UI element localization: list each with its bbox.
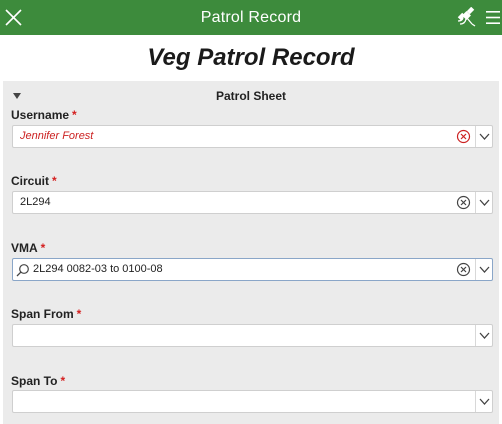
app-bar-title: Patrol Record bbox=[200, 8, 302, 26]
span-from-field[interactable] bbox=[12, 324, 493, 347]
required-marker: * bbox=[52, 174, 57, 188]
chevron-down-icon[interactable] bbox=[478, 197, 491, 208]
vma-label-text: VMA bbox=[11, 241, 38, 255]
circuit-label: Circuit * bbox=[11, 174, 57, 188]
form-title: Veg Patrol Record bbox=[147, 43, 355, 71]
clear-error-icon[interactable] bbox=[456, 129, 471, 144]
section-header-patrol-sheet[interactable]: Patrol Sheet bbox=[3, 87, 499, 105]
field-divider bbox=[475, 325, 476, 346]
circuit-label-text: Circuit bbox=[11, 174, 50, 188]
span-from-label-text: Span From bbox=[11, 307, 74, 321]
circuit-field[interactable]: 2L294 bbox=[12, 191, 493, 214]
span-to-label-text: Span To bbox=[11, 374, 58, 388]
hamburger-menu-icon[interactable] bbox=[486, 10, 500, 25]
chevron-down-icon[interactable] bbox=[478, 264, 491, 275]
vma-value: 2L294 0082-03 to 0100-08 bbox=[33, 263, 163, 275]
app-bar: Patrol Record bbox=[0, 0, 502, 35]
vma-field[interactable]: 2L294 0082-03 to 0100-08 bbox=[12, 258, 493, 281]
field-divider bbox=[475, 192, 476, 213]
patrol-sheet-panel: Patrol Sheet Username * Jennifer Forest C… bbox=[3, 81, 499, 424]
field-divider bbox=[475, 126, 476, 147]
required-marker: * bbox=[40, 241, 46, 255]
username-field[interactable]: Jennifer Forest bbox=[12, 125, 493, 148]
field-divider bbox=[475, 391, 476, 412]
section-title: Patrol Sheet bbox=[215, 89, 287, 103]
satellite-icon[interactable] bbox=[457, 7, 477, 27]
clear-icon[interactable] bbox=[456, 262, 471, 277]
required-marker: * bbox=[72, 108, 77, 122]
clear-icon[interactable] bbox=[456, 195, 471, 210]
circuit-value: 2L294 bbox=[20, 196, 51, 208]
chevron-down-icon[interactable] bbox=[478, 131, 491, 142]
required-marker: * bbox=[60, 374, 66, 388]
chevron-down-icon[interactable] bbox=[478, 396, 491, 407]
span-from-label: Span From * bbox=[11, 307, 81, 321]
span-to-label: Span To * bbox=[11, 374, 65, 388]
chevron-down-icon[interactable] bbox=[478, 330, 491, 341]
close-icon[interactable] bbox=[5, 9, 22, 26]
username-label: Username * bbox=[11, 108, 77, 122]
username-value: Jennifer Forest bbox=[20, 130, 94, 142]
username-label-text: Username bbox=[11, 108, 70, 122]
vma-label: VMA * bbox=[11, 241, 45, 255]
span-to-field[interactable] bbox=[12, 390, 493, 413]
field-divider bbox=[475, 259, 476, 280]
required-marker: * bbox=[76, 307, 82, 321]
search-icon bbox=[16, 264, 29, 277]
